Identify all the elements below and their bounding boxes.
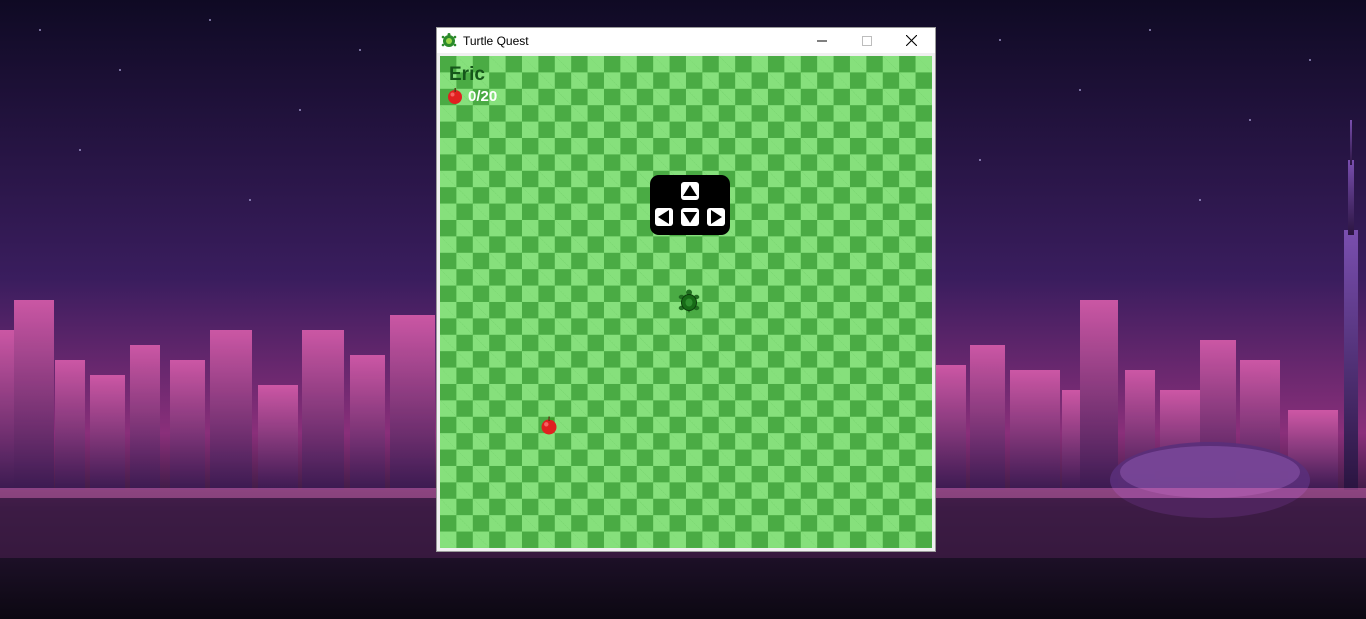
arrow-right-key [707,208,725,226]
player-name: Eric [449,64,485,85]
window-title: Turtle Quest [463,33,529,48]
arrow-up-key [681,182,699,200]
turtle-icon [441,32,457,47]
score-counter: 0/20 [468,87,498,105]
arrow-right-icon [711,210,722,224]
arrow-keys-hint [650,175,730,235]
title-bar[interactable]: Turtle Quest [437,28,935,53]
minimize-icon [816,40,827,41]
game-window: Turtle Quest Eric 0/20 [436,27,936,552]
arrow-up-icon [683,185,697,196]
apple-icon [448,88,462,104]
arrow-down-icon [683,212,697,223]
apple-icon [541,416,557,435]
minimize-button[interactable] [799,28,844,53]
arrow-left-key [655,208,673,226]
turtle-icon [678,289,700,313]
score-display: 0/20 [446,87,497,105]
close-button[interactable] [889,28,934,53]
maximize-button[interactable] [844,28,889,53]
maximize-icon [861,35,872,46]
arrow-left-icon [658,210,669,224]
game-board[interactable]: Eric 0/20 [440,56,932,548]
close-icon [906,35,917,46]
arrow-down-key [681,208,699,226]
